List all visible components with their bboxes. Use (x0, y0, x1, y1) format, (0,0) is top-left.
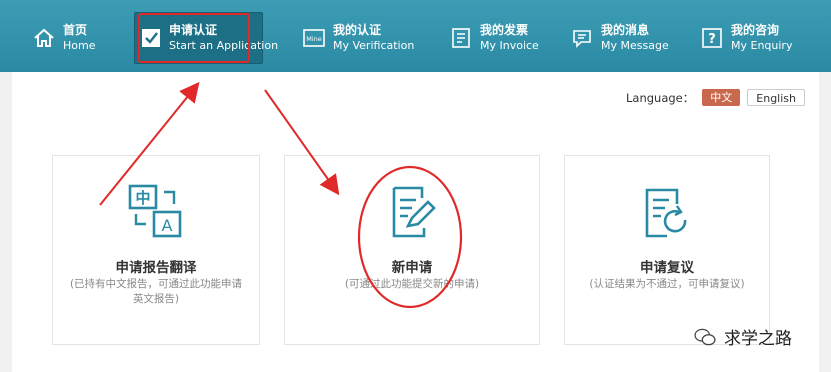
watermark: 求学之路 (694, 324, 792, 349)
enquiry-badge-text: ? (708, 32, 716, 47)
card-title: 申请报告翻译 (115, 260, 197, 276)
nav-label-zh: 我的发票 (480, 23, 529, 37)
page-margin-left (0, 72, 12, 372)
nav-label-zh: 我的消息 (601, 23, 650, 37)
nav-item-my-enquiry[interactable]: ? 我的咨询 My Enquiry (701, 12, 792, 64)
language-english-button[interactable]: English (747, 89, 805, 106)
card-title: 新申请 (391, 260, 433, 276)
card-description: (可通过此功能提交新的申请) (344, 278, 480, 290)
card-description: (已持有中文报告，可通过此功能申请英文报告) (69, 278, 243, 305)
translate-icon: 中 A (128, 184, 182, 238)
card-report-translation[interactable]: 中 A 申请报告翻译 (已持有中文报告，可通过此功能申请英文报告) (52, 155, 260, 345)
nav-label-zh: 我的认证 (333, 23, 382, 37)
language-chinese-button[interactable]: 中文 (702, 89, 741, 106)
nav-label-en: My Invoice (480, 39, 539, 52)
nav-label-en: Home (63, 39, 96, 52)
card-description: (认证结果为不通过，可申请复议) (589, 278, 745, 290)
card-title: 申请复议 (640, 260, 694, 276)
svg-text:中: 中 (135, 189, 150, 207)
top-navigation-bar: 首页 Home 申请认证 Start an Application Mine 我… (0, 0, 831, 72)
nav-label-en: My Message (601, 39, 669, 52)
review-document-icon (645, 188, 687, 238)
mine-badge-text: Mine (306, 35, 322, 43)
language-switcher: Language： 中文 English (626, 89, 812, 106)
nav-label-zh: 我的咨询 (731, 23, 780, 37)
nav-item-home[interactable]: 首页 Home (33, 12, 95, 64)
enquiry-icon: ? (701, 27, 723, 49)
nav-item-my-invoice[interactable]: 我的发票 My Invoice (450, 12, 539, 64)
wechat-icon (694, 328, 716, 345)
nav-label-en: My Verification (333, 39, 415, 52)
watermark-text: 求学之路 (724, 329, 792, 349)
svg-text:A: A (162, 216, 173, 235)
card-reconsideration[interactable]: 申请复议 (认证结果为不通过，可申请复议) (564, 155, 770, 345)
mine-card-icon: Mine (303, 27, 325, 49)
edit-document-icon (392, 186, 436, 238)
nav-item-my-verification[interactable]: Mine 我的认证 My Verification (303, 12, 414, 64)
nav-item-my-message[interactable]: 我的消息 My Message (571, 12, 669, 64)
nav-label-en: My Enquiry (731, 39, 793, 52)
nav-label-zh: 首页 (63, 23, 88, 37)
card-new-application[interactable]: 新申请 (可通过此功能提交新的申请) (284, 155, 540, 345)
page-margin-right (819, 72, 831, 372)
annotation-highlight-box (138, 13, 250, 63)
message-icon (571, 27, 593, 49)
invoice-icon (450, 27, 472, 49)
language-label: Language： (626, 90, 695, 105)
home-icon (33, 27, 55, 49)
